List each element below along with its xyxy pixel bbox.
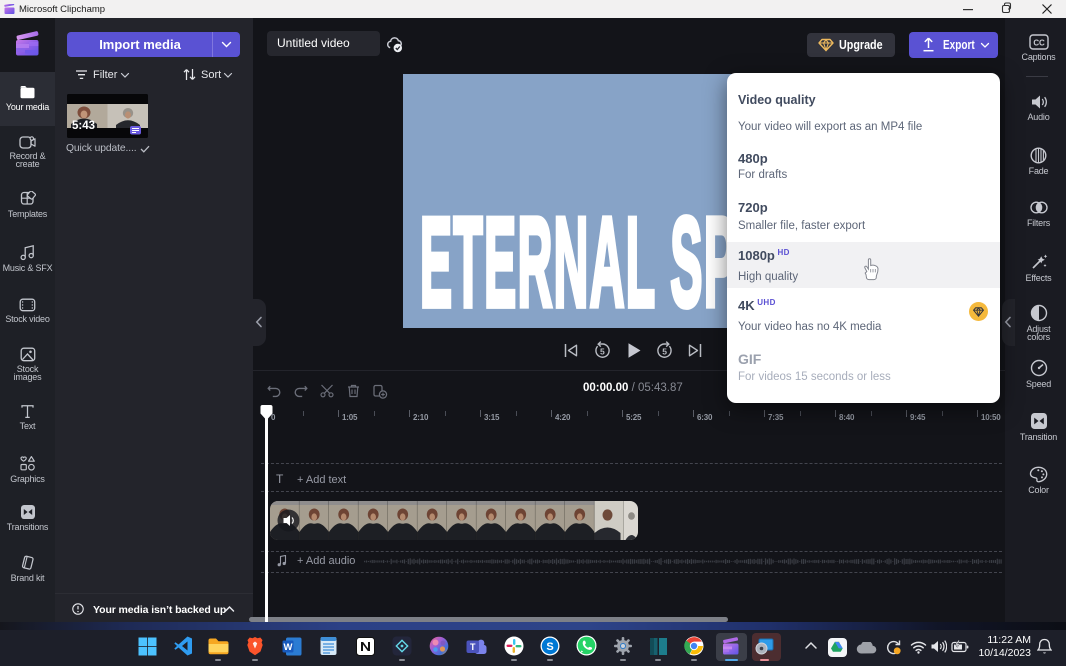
svg-text:S: S (546, 641, 553, 653)
svg-text:T: T (469, 642, 475, 652)
svg-text:W: W (284, 642, 293, 653)
svg-text:5: 5 (600, 346, 605, 356)
svg-text:5: 5 (662, 346, 667, 356)
svg-text:CC: CC (1033, 39, 1045, 48)
